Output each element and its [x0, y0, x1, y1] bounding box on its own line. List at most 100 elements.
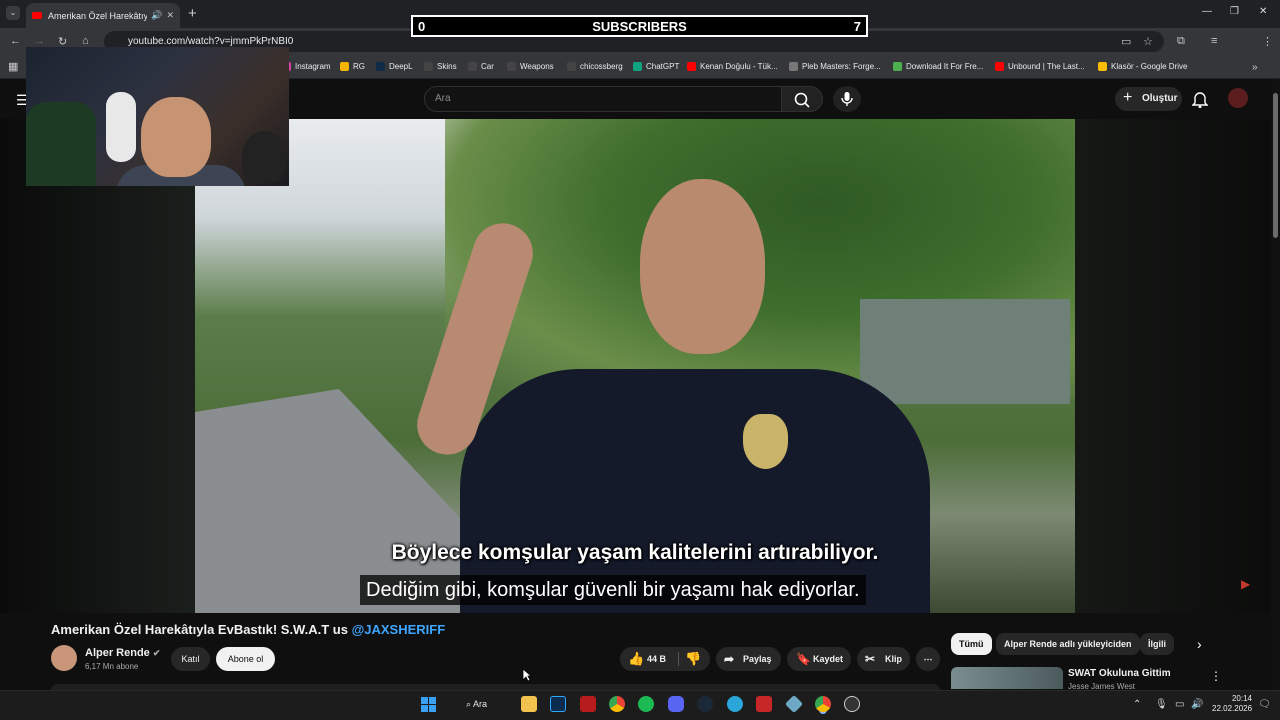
- notifications-bell-icon[interactable]: [1192, 90, 1208, 108]
- video-officer-head: [640, 179, 765, 354]
- bookmark-label: Car: [481, 62, 494, 71]
- bookmark-item[interactable]: Car: [468, 62, 494, 71]
- page-scrollbar[interactable]: [1271, 79, 1280, 690]
- streaming-app-icon[interactable]: [756, 696, 772, 712]
- bookmark-star-icon[interactable]: ☆: [1143, 35, 1153, 48]
- bookmark-item[interactable]: ChatGPT: [633, 62, 679, 71]
- edge-icon[interactable]: [727, 696, 743, 712]
- video-house: [860, 299, 1070, 404]
- bookmark-favicon-icon: [633, 62, 642, 71]
- cast-icon[interactable]: ▭: [1121, 35, 1131, 48]
- tab-close-icon[interactable]: ✕: [166, 10, 174, 21]
- bookmark-favicon-icon: [424, 62, 433, 71]
- share-button[interactable]: ➦ Paylaş: [716, 647, 781, 671]
- chip-uploader[interactable]: Alper Rende adlı yükleyiciden: [996, 633, 1140, 655]
- voice-search-button[interactable]: [833, 86, 861, 112]
- media-icon[interactable]: ≡: [1211, 35, 1217, 47]
- minimize-icon[interactable]: —: [1202, 6, 1212, 17]
- scissors-icon: ✂: [865, 652, 876, 666]
- chrome-menu-icon[interactable]: ⋮: [1262, 35, 1273, 48]
- more-actions-icon[interactable]: ⋯: [916, 647, 940, 671]
- like-divider: [678, 652, 679, 666]
- bookmark-item[interactable]: chicossberg: [567, 62, 623, 71]
- forward-icon[interactable]: →: [34, 35, 45, 47]
- chip-related[interactable]: İlgili: [1140, 633, 1174, 655]
- bookmark-item[interactable]: Kenan Doğulu - Tük...: [687, 62, 778, 71]
- extensions-icon[interactable]: ⧉: [1177, 35, 1185, 48]
- bookmark-item[interactable]: Klasör - Google Drive: [1098, 62, 1187, 71]
- restore-icon[interactable]: ❐: [1230, 6, 1239, 17]
- like-count[interactable]: 44 B: [647, 647, 666, 671]
- video-player[interactable]: Böylece komşular yaşam kalitelerini artı…: [195, 119, 1075, 613]
- subtitle-line-1: Böylece komşular yaşam kalitelerini artı…: [391, 541, 879, 564]
- tray-mic-icon[interactable]: 🎙: [1155, 699, 1168, 710]
- windows-start-icon[interactable]: [421, 697, 437, 713]
- ambient-right: [1075, 119, 1270, 613]
- notification-center-icon[interactable]: 🗨: [1258, 699, 1271, 710]
- recommendation-title[interactable]: SWAT Okuluna Gittim: [1068, 668, 1171, 679]
- steam-icon[interactable]: [697, 696, 713, 712]
- channel-name[interactable]: Alper Rende ✔: [85, 647, 160, 659]
- tray-chevron-icon[interactable]: ⌃: [1133, 699, 1141, 710]
- window-close-icon[interactable]: ✕: [1259, 6, 1267, 17]
- filezilla-icon[interactable]: [580, 696, 596, 712]
- search-button[interactable]: [781, 86, 823, 112]
- share-label: Paylaş: [743, 654, 772, 664]
- bookmark-label: Instagram: [295, 62, 331, 71]
- dislike-icon[interactable]: 👎: [685, 647, 701, 671]
- share-icon: ➦: [724, 652, 735, 666]
- system-clock[interactable]: 20:14 22.02.2026: [1212, 694, 1252, 714]
- subscribe-button[interactable]: Abone ol: [216, 647, 275, 671]
- subtitle-line-2: Dediğim gibi, komşular güvenli bir yaşam…: [360, 575, 866, 605]
- verified-icon: ✔: [152, 648, 161, 658]
- youtube-favicon-icon: [32, 12, 42, 19]
- tray-network-icon[interactable]: ▭: [1175, 699, 1184, 710]
- speaker-icon[interactable]: 🔊: [151, 10, 162, 21]
- account-avatar[interactable]: [1228, 88, 1248, 108]
- spotify-icon[interactable]: [638, 696, 654, 712]
- clip-button[interactable]: ✂ Klip: [857, 647, 910, 671]
- bookmark-item[interactable]: Pleb Masters: Forge...: [789, 62, 881, 71]
- recommendation-menu-icon[interactable]: ⋮: [1210, 669, 1222, 683]
- bookmark-item[interactable]: Skins: [424, 62, 457, 71]
- tab-search-icon[interactable]: ⌄: [6, 6, 20, 20]
- new-tab-button[interactable]: +: [188, 5, 197, 22]
- scrollbar-thumb[interactable]: [1273, 93, 1278, 238]
- bookmark-item[interactable]: RG: [340, 62, 365, 71]
- clock-time: 20:14: [1231, 694, 1252, 703]
- recommendation-thumbnail[interactable]: [951, 667, 1063, 689]
- video-title-mention[interactable]: @JAXSHERIFF: [352, 622, 446, 637]
- bookmark-item[interactable]: Unbound | The Last...: [995, 62, 1085, 71]
- chevron-right-icon[interactable]: ›: [1197, 636, 1202, 652]
- home-icon[interactable]: ⌂: [82, 35, 89, 47]
- headphones: [106, 92, 136, 162]
- chip-all[interactable]: Tümü: [951, 633, 992, 655]
- join-button[interactable]: Katıl: [171, 647, 210, 671]
- active-tab[interactable]: Amerikan Özel Harekâtıyla E 🔊 ✕: [26, 3, 180, 28]
- save-button[interactable]: 🔖 Kaydet: [787, 647, 851, 671]
- more-bookmarks-icon[interactable]: »: [1252, 62, 1258, 73]
- clock-date: 22.02.2026: [1212, 704, 1253, 713]
- bookmark-item[interactable]: Instagram: [282, 62, 331, 71]
- video-title: Amerikan Özel Harekâtıyla EvBastık! S.W.…: [51, 622, 445, 637]
- tray-volume-icon[interactable]: 🔊: [1191, 699, 1203, 710]
- taskbar-search[interactable]: ⌕ Ara: [466, 699, 487, 710]
- channel-subscribers: 6,17 Mn abone: [85, 662, 139, 671]
- bookmark-item[interactable]: Weapons: [507, 62, 554, 71]
- search-input[interactable]: Ara: [424, 86, 782, 112]
- bookmark-item[interactable]: Download It For Fre...: [893, 62, 983, 71]
- bookmark-label: Pleb Masters: Forge...: [802, 62, 881, 71]
- file-explorer-icon[interactable]: [521, 696, 537, 712]
- photoshop-icon[interactable]: [550, 696, 566, 712]
- bookmark-label: RG: [353, 62, 365, 71]
- back-icon[interactable]: ←: [10, 35, 21, 47]
- chrome-icon[interactable]: [609, 696, 625, 712]
- create-button[interactable]: Oluştur: [1115, 86, 1182, 111]
- obs-icon[interactable]: [844, 696, 860, 712]
- discord-icon[interactable]: [668, 696, 684, 712]
- chrome-active-icon[interactable]: [815, 696, 831, 712]
- channel-avatar[interactable]: [51, 645, 77, 671]
- bookmark-item[interactable]: DeepL: [376, 62, 413, 71]
- like-icon[interactable]: 👍: [628, 647, 644, 671]
- apps-grid-icon[interactable]: ▦: [8, 60, 18, 73]
